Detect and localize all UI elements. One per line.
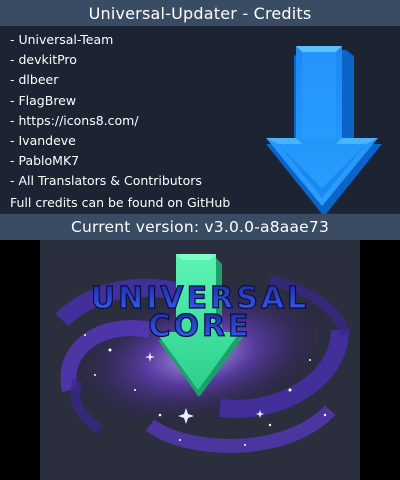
page-title: Universal-Updater - Credits (88, 3, 312, 23)
version-label: Current version: v3.0.0-a8aae73 (70, 218, 330, 236)
splash-panel: UNIVERSAL CORE (40, 240, 360, 480)
credit-item: - devkitPro (10, 52, 77, 68)
credit-item: - All Translators & Contributors (10, 173, 202, 189)
credit-item: - dlbeer (10, 72, 59, 88)
full-credits-note: Full credits can be found on GitHub (10, 195, 231, 210)
credit-item: - FlagBrew (10, 92, 77, 108)
credit-item: - https://icons8.com/ (10, 112, 139, 128)
credit-item: - PabloMK7 (10, 153, 80, 169)
credit-item: - Ivandeve (10, 132, 76, 148)
title-bar: Universal-Updater - Credits (0, 0, 400, 26)
credit-item: - Universal-Team (10, 32, 114, 47)
logo-line2: CORE (148, 309, 251, 344)
galaxy-splash: UNIVERSAL CORE (55, 254, 350, 453)
bottom-screen: UNIVERSAL CORE (0, 240, 400, 480)
credits-list: - Universal-Team - devkitPro - dlbeer - … (10, 30, 202, 192)
credits-panel: - Universal-Team - devkitPro - dlbeer - … (0, 26, 400, 214)
download-arrow-icon (266, 46, 382, 214)
version-bar: Current version: v3.0.0-a8aae73 (0, 214, 400, 240)
top-screen: Universal-Updater - Credits - Universal-… (0, 0, 400, 240)
